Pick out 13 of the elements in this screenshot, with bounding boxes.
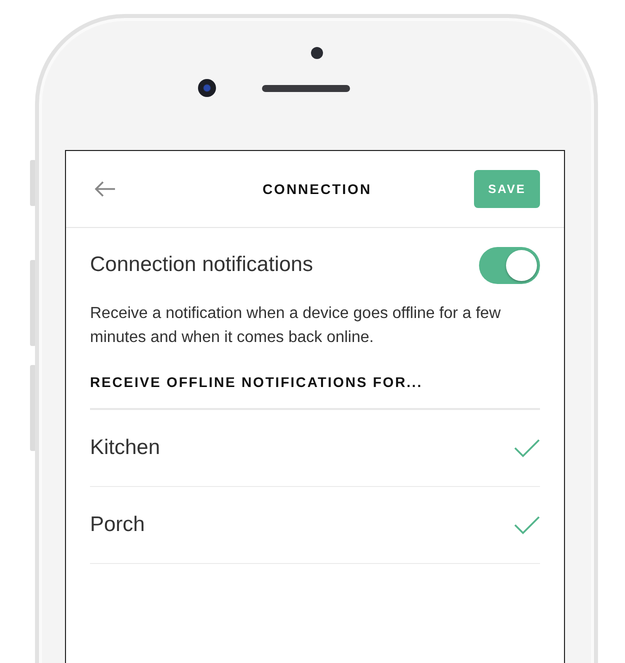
device-name: Porch xyxy=(90,513,145,537)
device-row[interactable]: Kitchen xyxy=(90,410,540,487)
device-row[interactable]: Porch xyxy=(90,487,540,564)
back-arrow-icon xyxy=(94,181,116,197)
screen-title: CONNECTION xyxy=(262,181,372,197)
sensor-icon xyxy=(310,47,322,59)
section-heading: RECEIVE OFFLINE NOTIFICATIONS FOR... xyxy=(90,350,540,410)
device-name: Kitchen xyxy=(90,436,160,460)
description-text: Receive a notification when a device goes offline for a few minutes and when it comes back online. xyxy=(90,304,502,348)
toggle-switch[interactable] xyxy=(479,246,540,284)
speaker-icon xyxy=(262,84,350,92)
toggle-label: Connection notifications xyxy=(90,253,313,277)
camera-icon xyxy=(198,79,216,97)
